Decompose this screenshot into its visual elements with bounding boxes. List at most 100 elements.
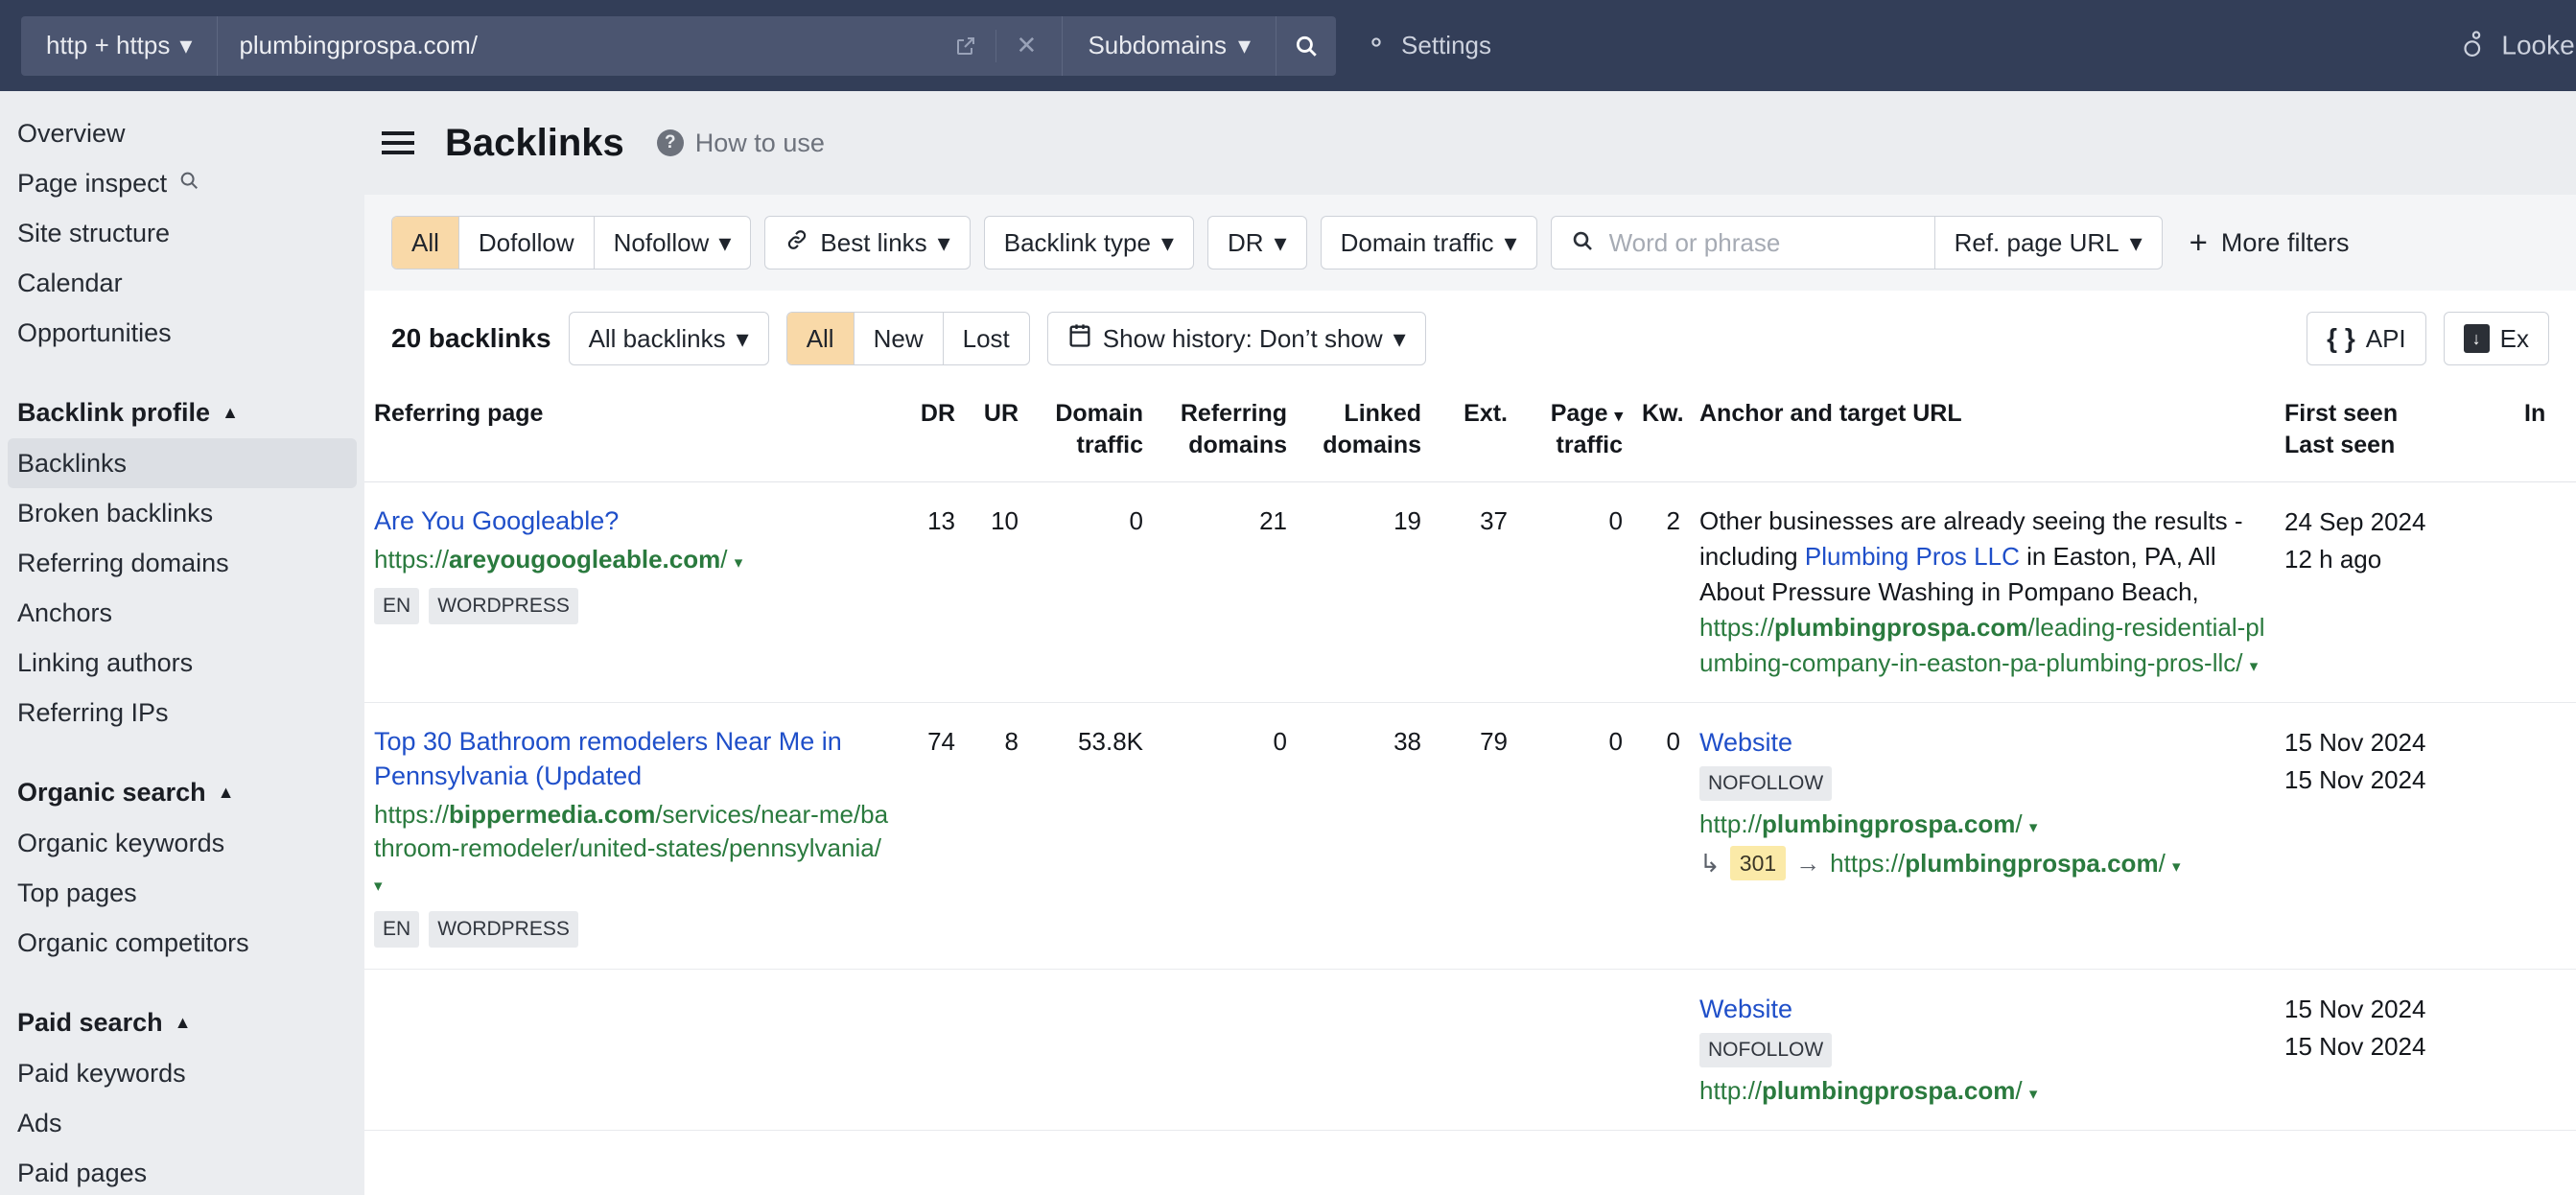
- filter-dofollow[interactable]: Dofollow: [459, 217, 595, 269]
- col-domain-traffic[interactable]: Domain traffic: [1028, 387, 1153, 482]
- sidebar-group-paid-search[interactable]: Paid search ▲: [0, 996, 364, 1048]
- chevron-down-icon[interactable]: ▾: [2172, 857, 2181, 876]
- sidebar-item-backlinks[interactable]: Backlinks: [8, 438, 357, 488]
- settings-button[interactable]: Settings: [1363, 29, 1491, 62]
- chevron-down-icon: ▾: [1393, 323, 1406, 353]
- api-button[interactable]: { } API: [2307, 312, 2426, 365]
- sidebar-group-backlink-profile[interactable]: Backlink profile ▲: [0, 387, 364, 438]
- sidebar-item-ads[interactable]: Ads: [0, 1098, 364, 1148]
- sidebar-item-overview[interactable]: Overview: [0, 108, 364, 158]
- referring-page-title[interactable]: Are You Googleable?: [374, 504, 892, 539]
- sidebar-item-referring-ips[interactable]: Referring IPs: [0, 688, 364, 738]
- col-page-traffic[interactable]: Page ▾ traffic: [1517, 387, 1632, 482]
- protocol-select[interactable]: http + https ▾: [21, 15, 219, 76]
- search-input[interactable]: [1606, 226, 1915, 259]
- cell-ext: [1431, 969, 1517, 1131]
- referring-page-url[interactable]: https://areyougoogleable.com/ ▾: [374, 543, 892, 576]
- keyword-search-box: Ref. page URL ▾: [1550, 216, 2163, 269]
- anchor-website-link[interactable]: Website: [1699, 724, 2265, 761]
- sidebar-item-page-inspect[interactable]: Page inspect: [0, 158, 364, 208]
- cell-ext[interactable]: 37: [1431, 481, 1517, 703]
- cell-anchor-and-target: Website NOFOLLOW http://plumbingprospa.c…: [1690, 702, 2275, 970]
- ref-page-url-select[interactable]: Ref. page URL ▾: [1935, 217, 2162, 269]
- url-domain: areyougoogleable.com: [449, 544, 721, 574]
- col-referring-page[interactable]: Referring page: [364, 387, 902, 482]
- backlink-type-filter[interactable]: Backlink type ▾: [983, 216, 1194, 269]
- anchor-text-link[interactable]: Plumbing Pros LLC: [1805, 542, 2020, 571]
- how-to-use-link[interactable]: ? How to use: [656, 129, 825, 158]
- cell-ur: 8: [965, 702, 1028, 970]
- show-history-select[interactable]: Show history: Don’t show ▾: [1046, 312, 1426, 365]
- target-url-input[interactable]: plumbingprospa.com/ ✕: [218, 16, 1062, 76]
- sidebar-item-opportunities[interactable]: Opportunities: [0, 308, 364, 358]
- filter-nofollow[interactable]: Nofollow ▾: [595, 217, 751, 269]
- all-backlinks-label: All backlinks: [588, 323, 726, 353]
- sidebar-item-broken-backlinks[interactable]: Broken backlinks: [0, 488, 364, 538]
- state-new[interactable]: New: [855, 313, 944, 364]
- cell-referring-domains[interactable]: 21: [1153, 481, 1297, 703]
- state-all[interactable]: All: [786, 313, 855, 364]
- sidebar-item-paid-pages[interactable]: Paid pages: [0, 1148, 364, 1195]
- cell-referring-domains: [1153, 969, 1297, 1131]
- scope-select[interactable]: Subdomains ▾: [1062, 15, 1277, 76]
- cell-ext[interactable]: 79: [1431, 702, 1517, 970]
- sidebar-item-top-pages[interactable]: Top pages: [0, 868, 364, 918]
- export-button[interactable]: ↓ Ex: [2443, 312, 2549, 365]
- cell-linked-domains: [1297, 969, 1431, 1131]
- domain-traffic-filter[interactable]: Domain traffic ▾: [1320, 216, 1537, 269]
- chevron-down-icon[interactable]: ▾: [2250, 657, 2259, 675]
- more-filters-button[interactable]: + More filters: [2190, 226, 2350, 258]
- col-kw[interactable]: Kw.: [1632, 387, 1690, 482]
- sidebar-item-organic-competitors[interactable]: Organic competitors: [0, 918, 364, 968]
- col-linked-domains[interactable]: Linked domains: [1297, 387, 1431, 482]
- sidebar-item-linking-authors[interactable]: Linking authors: [0, 638, 364, 688]
- sidebar-item-organic-keywords[interactable]: Organic keywords: [0, 818, 364, 868]
- col-referring-domains[interactable]: Referring domains: [1153, 387, 1297, 482]
- dr-filter[interactable]: DR ▾: [1206, 216, 1307, 269]
- chevron-down-icon[interactable]: ▾: [735, 553, 743, 572]
- target-url[interactable]: https://plumbingprospa.com/leading-resid…: [1699, 610, 2265, 681]
- chevron-down-icon[interactable]: ▾: [2029, 818, 2038, 836]
- cell-page-traffic: 0: [1517, 481, 1632, 703]
- cell-kw[interactable]: 2: [1632, 481, 1690, 703]
- search-icon[interactable]: [1276, 16, 1336, 76]
- sidebar-item-anchors[interactable]: Anchors: [0, 588, 364, 638]
- target-url[interactable]: http://plumbingprospa.com/ ▾: [1699, 807, 2265, 842]
- filter-nofollow-label: Nofollow: [613, 227, 710, 257]
- chevron-down-icon: ▾: [1237, 31, 1252, 59]
- sidebar-group-label: Organic search: [17, 777, 206, 807]
- sidebar-item-paid-keywords[interactable]: Paid keywords: [0, 1048, 364, 1098]
- referring-page-url[interactable]: https://bippermedia.com/services/near-me…: [374, 798, 892, 900]
- external-link-icon[interactable]: [951, 32, 980, 60]
- best-links-filter[interactable]: Best links ▾: [764, 216, 971, 269]
- cell-linked-domains[interactable]: 19: [1297, 481, 1431, 703]
- sidebar-group-organic-search[interactable]: Organic search ▲: [0, 766, 364, 818]
- chevron-down-icon[interactable]: ▾: [374, 877, 383, 895]
- col-ur[interactable]: UR: [965, 387, 1028, 482]
- col-dr[interactable]: DR: [902, 387, 965, 482]
- state-lost[interactable]: Lost: [944, 313, 1029, 364]
- redirect-target-url[interactable]: https://plumbingprospa.com/ ▾: [1830, 846, 2180, 881]
- chevron-down-icon[interactable]: ▾: [2029, 1085, 2038, 1103]
- sidebar-item-calendar[interactable]: Calendar: [0, 258, 364, 308]
- referring-page-title[interactable]: Top 30 Bathroom remodelers Near Me in Pe…: [374, 724, 892, 794]
- search-icon: [178, 170, 199, 197]
- filter-all[interactable]: All: [392, 217, 459, 269]
- sidebar-item-site-structure[interactable]: Site structure: [0, 208, 364, 258]
- close-icon[interactable]: ✕: [1012, 31, 1041, 60]
- col-in[interactable]: In: [2515, 387, 2576, 482]
- all-backlinks-select[interactable]: All backlinks ▾: [568, 312, 769, 365]
- first-seen-value: 15 Nov 2024: [2284, 994, 2426, 1023]
- col-anchor-and-target-url[interactable]: Anchor and target URL: [1690, 387, 2275, 482]
- status-code-badge: 301: [1729, 845, 1787, 881]
- hamburger-icon[interactable]: [374, 124, 422, 162]
- sidebar-item-label: Overview: [17, 118, 126, 148]
- cell-linked-domains[interactable]: 38: [1297, 702, 1431, 970]
- target-url[interactable]: http://plumbingprospa.com/ ▾: [1699, 1073, 2265, 1109]
- top-bar: http + https ▾ plumbingprospa.com/ ✕ Sub…: [0, 0, 2576, 91]
- sidebar-item-referring-domains[interactable]: Referring domains: [0, 538, 364, 588]
- col-first-last-seen[interactable]: First seen Last seen: [2275, 387, 2515, 482]
- anchor-website-link[interactable]: Website: [1699, 991, 2265, 1027]
- looker-button[interactable]: Looker: [2459, 26, 2576, 65]
- col-ext[interactable]: Ext.: [1431, 387, 1517, 482]
